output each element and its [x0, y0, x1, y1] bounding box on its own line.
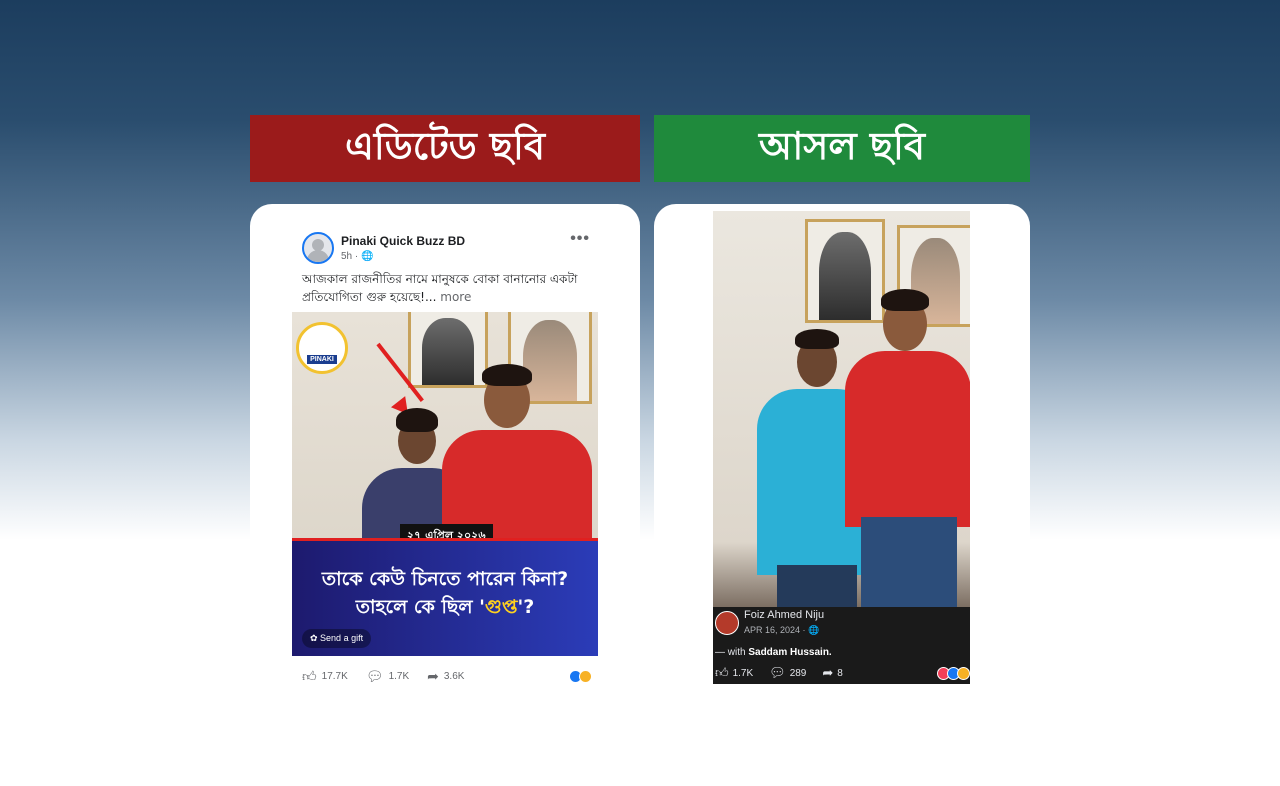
post-date: APR 16, 2024 · 🌐	[744, 625, 820, 635]
post-text: আজকাল রাজনীতির নামে মানুষকে বোকা বানানোর…	[302, 270, 592, 306]
ellipsis-icon[interactable]: •••	[570, 230, 590, 248]
reaction-emojis[interactable]	[569, 670, 592, 683]
share-count: 8	[837, 667, 843, 679]
original-photo-banner: আসল ছবি	[654, 115, 1030, 182]
headline-panel: তাকে কেউ চিনতে পারেন কিনা? তাহলে কে ছিল …	[292, 538, 598, 656]
like-button[interactable]: 👍︎ 1.7K	[715, 665, 753, 681]
share-count: 3.6K	[443, 671, 465, 682]
reaction-emojis[interactable]	[937, 666, 970, 680]
logo-text: PINAKI	[307, 354, 337, 364]
post-header: Pinaki Quick Buzz BD 5h · 🌐	[302, 232, 465, 264]
page-name[interactable]: Pinaki Quick Buzz BD	[341, 234, 465, 248]
haha-reaction-icon	[957, 666, 970, 680]
comment-count: 1.7K	[388, 671, 410, 682]
headline-line-1: তাকে কেউ চিনতে পারেন কিনা?	[321, 568, 569, 590]
comment-button[interactable]: 💬︎ 1.7K	[366, 668, 409, 685]
post-time: 5h · 🌐	[341, 251, 374, 262]
page-avatar[interactable]	[302, 232, 334, 264]
haha-reaction-icon	[579, 670, 592, 683]
comment-icon: 💬︎	[769, 665, 786, 680]
edited-photo-banner: এডিটেড ছবি	[250, 115, 640, 182]
post-reactions-bar: 👍︎ 17.7K 💬︎ 1.7K ➦ 3.6K	[302, 668, 592, 685]
like-count: 17.7K	[321, 671, 348, 682]
share-icon: ➦	[822, 665, 834, 680]
edited-post-image[interactable]: PINAKI ২৭ এপ্রিল ২০২৬ তাকে কেউ চিনতে পার…	[292, 312, 598, 656]
original-post-image[interactable]: Foiz Ahmed Niju APR 16, 2024 · 🌐 — with …	[713, 211, 970, 684]
like-icon: 👍︎	[302, 668, 317, 684]
pinaki-logo: PINAKI	[296, 322, 348, 374]
like-icon: 👍︎	[715, 665, 729, 680]
person-red-shirt	[845, 289, 970, 609]
author-avatar[interactable]	[715, 611, 739, 635]
author-name[interactable]: Foiz Ahmed Niju	[744, 609, 824, 621]
photo-reactions-bar: 👍︎ 1.7K 💬︎ 289 ➦ 8	[715, 665, 970, 681]
edited-post-card: Pinaki Quick Buzz BD 5h · 🌐 ••• আজকাল রা…	[250, 204, 640, 724]
original-photo-label: আসল ছবি	[758, 123, 926, 168]
see-more-link[interactable]: more	[440, 290, 471, 304]
headline-highlight: গুপ্ত	[485, 596, 518, 618]
share-button[interactable]: ➦ 3.6K	[427, 668, 464, 685]
comment-icon: 💬︎	[365, 668, 384, 684]
like-count: 1.7K	[732, 667, 754, 679]
headline: তাকে কেউ চিনতে পারেন কিনা? তাহলে কে ছিল …	[292, 565, 598, 621]
like-button[interactable]: 👍︎ 17.7K	[302, 668, 348, 685]
comment-button[interactable]: 💬︎ 289	[769, 665, 806, 681]
original-post-card: Foiz Ahmed Niju APR 16, 2024 · 🌐 — with …	[654, 204, 1030, 724]
edited-photo-label: এডিটেড ছবি	[345, 123, 545, 168]
photo-info-overlay: Foiz Ahmed Niju APR 16, 2024 · 🌐 — with …	[713, 607, 970, 684]
headline-line-2: তাহলে কে ছিল 'গুপ্ত'?	[355, 596, 535, 618]
send-gift-button[interactable]: ✿ Send a gift	[302, 629, 372, 648]
comment-count: 289	[789, 667, 807, 679]
share-button[interactable]: ➦ 8	[822, 665, 842, 681]
tagged-with: — with Saddam Hussain.	[715, 647, 832, 658]
share-icon: ➦	[427, 668, 439, 684]
tagged-person[interactable]: Saddam Hussain.	[748, 647, 831, 658]
